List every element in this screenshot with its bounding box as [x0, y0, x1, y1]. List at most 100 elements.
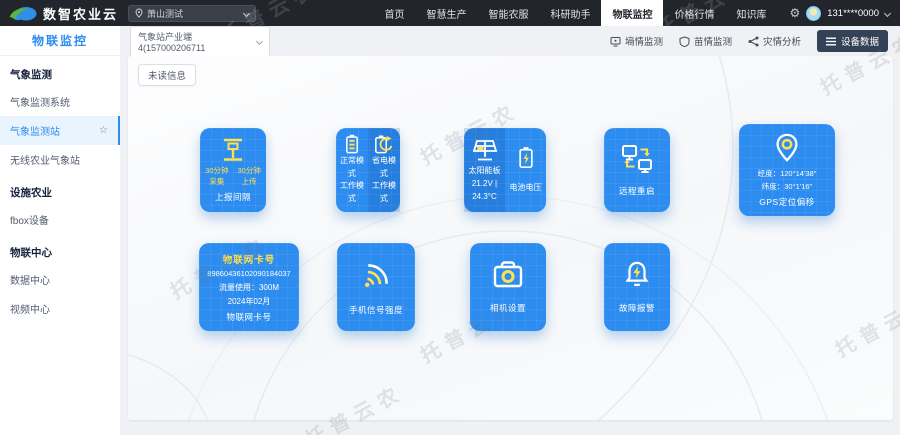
sidebar: 物联监控 气象监测 气象监测系统 气象监测站 ☆ 无线农业气象站 设施农业 fb… — [0, 26, 120, 435]
battery-refresh-icon — [372, 134, 396, 155]
gps-latitude: 纬度：30°1'16" — [758, 180, 817, 194]
sidebar-item-wireless-station[interactable]: 无线农业气象站 — [0, 145, 120, 174]
brand: 数智农业云 — [0, 0, 128, 26]
tab-device-data[interactable]: 设备数据 — [817, 30, 888, 52]
nav-item-knowledge-base[interactable]: 知识库 — [725, 0, 777, 26]
sidebar-item-weather-station[interactable]: 气象监测站 ☆ — [0, 116, 120, 145]
card-work-mode: 正常模式 工作模式 省电模式 工作模式 — [336, 128, 400, 212]
avatar[interactable] — [806, 6, 821, 21]
tab-label: 墒情监测 — [625, 34, 663, 48]
pin-icon — [135, 8, 143, 18]
nav-item-home[interactable]: 首页 — [373, 0, 415, 26]
card-signal-strength[interactable]: 手机信号强度 — [337, 243, 415, 331]
camera-icon — [491, 260, 525, 290]
unread-messages-button[interactable]: 未读信息 — [138, 64, 196, 86]
device-select-value: 气象站产业端4(157000206711 — [138, 30, 252, 53]
sidebar-title: 物联监控 — [0, 26, 120, 56]
nav-item-price-market[interactable]: 价格行情 — [663, 0, 725, 26]
gear-icon[interactable]: ⚙ — [789, 7, 800, 19]
iot-month: 2024年02月 — [228, 296, 271, 307]
eco-mode-option[interactable]: 省电模式 工作模式 — [368, 128, 400, 212]
background-swirl — [128, 56, 893, 420]
gps-coordinates: 经度：120°14'38" 纬度：30°1'16" — [758, 167, 817, 194]
card-fault-alarm[interactable]: 故障报警 — [604, 243, 670, 331]
tab-soil-monitoring[interactable]: 墒情监测 — [610, 34, 663, 48]
location-label: 萧山测试 — [147, 7, 183, 20]
signal-wifi-icon — [358, 258, 394, 294]
chevron-down-icon — [256, 37, 263, 44]
sidebar-item-data-center[interactable]: 数据中心 — [0, 265, 120, 294]
normal-mode-option[interactable]: 正常模式 工作模式 — [336, 128, 368, 212]
interval-icon — [219, 137, 247, 163]
monitor-icon — [610, 36, 621, 47]
tab-disaster-analysis[interactable]: 灾情分析 — [748, 34, 801, 48]
remote-restart-icon — [620, 143, 654, 175]
gps-longitude: 经度：120°14'38" — [758, 167, 817, 181]
nav-item-research-assistant[interactable]: 科研助手 — [539, 0, 601, 26]
iot-card-number: 89860436102090184037 — [207, 269, 290, 278]
card-title: 相机设置 — [490, 302, 526, 314]
solar-label: 太阳能板 — [466, 165, 503, 178]
cloud-logo-icon — [8, 4, 38, 22]
app-root: 数智农业云 萧山测试 首页 智慧生产 智能农服 科研助手 物联监控 价格行情 知… — [0, 0, 900, 435]
card-gps[interactable]: 经度：120°14'38" 纬度：30°1'16" GPS定位偏移 — [739, 124, 835, 216]
battery-voltage-section[interactable]: 电池电压 — [505, 128, 546, 212]
card-iot-sim[interactable]: 物联网卡号 89860436102090184037 流量使用：300M 202… — [199, 243, 299, 331]
tab-seedling-monitoring[interactable]: 苗情监测 — [679, 34, 732, 48]
menu-list-icon — [826, 37, 836, 46]
upload-interval-label: 上传 — [242, 177, 257, 188]
toolbar: 气象站产业端4(157000206711 墒情监测 — [120, 26, 900, 56]
tab-label: 灾情分析 — [763, 34, 801, 48]
brand-name: 数智农业云 — [43, 4, 118, 23]
topbar-user-area: ⚙ 131****0000 — [777, 0, 900, 26]
share-analysis-icon — [748, 36, 759, 47]
sidebar-group-facility: 设施农业 — [0, 174, 120, 205]
card-title: GPS定位偏移 — [759, 196, 814, 208]
solar-value: 21.2V | 24.3°C — [466, 178, 503, 204]
iot-card-title: 物联网卡号 — [223, 252, 276, 266]
upload-interval-value: 30分钟 — [238, 166, 261, 177]
nav-item-iot-monitoring[interactable]: 物联监控 — [601, 0, 663, 26]
sidebar-group-weather: 气象监测 — [0, 56, 120, 87]
interval-values: 30分钟 采集 30分钟 上传 — [205, 166, 261, 188]
card-title: 远程重启 — [619, 185, 655, 197]
location-select[interactable]: 萧山测试 — [128, 5, 256, 22]
device-select[interactable]: 气象站产业端4(157000206711 — [130, 26, 270, 57]
solar-readings: 太阳能板 21.2V | 24.3°C — [466, 165, 503, 203]
card-power-voltage: 太阳能板 21.2V | 24.3°C 电池电压 — [464, 128, 546, 212]
card-remote-restart[interactable]: 远程重启 — [604, 128, 670, 212]
mode-label: 正常模式 工作模式 — [338, 155, 366, 206]
battery-label: 电池电压 — [510, 182, 542, 195]
nav-item-smart-production[interactable]: 智慧生产 — [415, 0, 477, 26]
shield-icon — [679, 36, 690, 47]
sidebar-item-video-center[interactable]: 视频中心 — [0, 294, 120, 323]
alarm-bell-icon — [622, 260, 652, 290]
sidebar-group-iot-center: 物联中心 — [0, 234, 120, 265]
topbar: 数智农业云 萧山测试 首页 智慧生产 智能农服 科研助手 物联监控 价格行情 知… — [0, 0, 900, 26]
nav-item-smart-service[interactable]: 智能农服 — [477, 0, 539, 26]
sidebar-item-fbox[interactable]: fbox设备 — [0, 205, 120, 234]
chevron-down-icon[interactable] — [884, 9, 891, 16]
monitor-tabs: 墒情监测 苗情监测 — [610, 30, 888, 52]
card-title: 物联网卡号 — [226, 311, 271, 323]
iot-data-usage: 流量使用：300M — [219, 282, 279, 293]
username: 131****0000 — [827, 8, 879, 19]
card-title: 故障报警 — [619, 302, 655, 314]
card-report-interval[interactable]: 30分钟 采集 30分钟 上传 上报间隔 — [200, 128, 266, 212]
card-camera-settings[interactable]: 相机设置 — [470, 243, 546, 331]
chevron-down-icon — [243, 9, 250, 16]
main-content: 气象站产业端4(157000206711 墒情监测 — [120, 26, 900, 435]
gps-pin-icon — [772, 132, 802, 164]
collect-interval-label: 采集 — [209, 177, 224, 188]
mode-label: 省电模式 工作模式 — [370, 155, 398, 206]
main-nav: 首页 智慧生产 智能农服 科研助手 物联监控 价格行情 知识库 — [373, 0, 777, 26]
battery-bolt-icon — [516, 145, 536, 171]
star-icon[interactable]: ☆ — [99, 126, 108, 136]
solar-panel-section[interactable]: 太阳能板 21.2V | 24.3°C — [464, 128, 505, 212]
sidebar-item-label: 气象监测站 — [10, 123, 60, 138]
collect-interval-value: 30分钟 — [205, 166, 228, 177]
card-title: 手机信号强度 — [349, 304, 403, 316]
tab-label: 设备数据 — [841, 34, 879, 48]
tab-label: 苗情监测 — [694, 34, 732, 48]
sidebar-item-weather-system[interactable]: 气象监测系统 — [0, 87, 120, 116]
